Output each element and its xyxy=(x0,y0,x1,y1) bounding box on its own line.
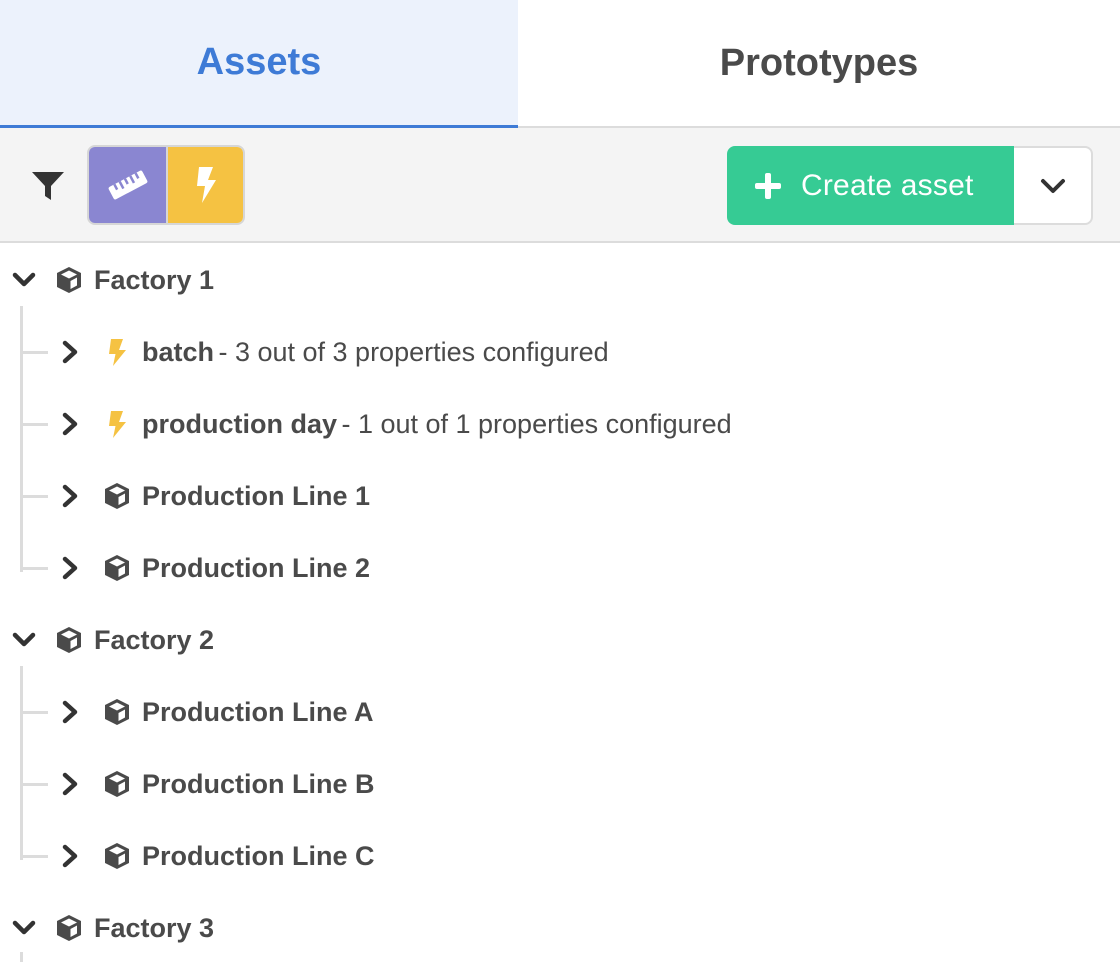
cube-icon xyxy=(102,697,132,727)
cube-icon xyxy=(102,553,132,583)
node-name: Production Line B xyxy=(142,768,375,799)
tree-node-factory-1[interactable]: Factory 1 xyxy=(10,244,214,316)
tree-connector xyxy=(20,783,48,786)
cube-icon xyxy=(102,481,132,511)
tree-connector xyxy=(20,711,48,714)
create-options-dropdown[interactable] xyxy=(1014,146,1093,225)
view-toggle-group xyxy=(87,145,245,225)
chevron-right-icon[interactable] xyxy=(56,842,84,870)
node-description: - 1 out of 1 properties configured xyxy=(341,408,732,439)
cube-icon xyxy=(102,841,132,871)
tab-prototypes[interactable]: Prototypes xyxy=(518,0,1120,128)
cube-icon xyxy=(54,625,84,655)
chevron-right-icon[interactable] xyxy=(56,482,84,510)
tree-node-production-line-c[interactable]: Production Line C xyxy=(56,820,375,892)
bolt-icon xyxy=(102,409,132,439)
toolbar: Create asset xyxy=(0,128,1120,243)
tree-node-production-line-1[interactable]: Production Line 1 xyxy=(56,460,370,532)
chevron-down-icon[interactable] xyxy=(10,914,38,942)
tree-connector xyxy=(20,495,48,498)
chevron-down-icon xyxy=(1040,178,1065,193)
tab-bar: Assets Prototypes xyxy=(0,0,1120,128)
chevron-right-icon[interactable] xyxy=(56,770,84,798)
node-name: Factory 1 xyxy=(94,264,215,295)
node-name: Production Line 1 xyxy=(142,480,371,511)
filter-icon xyxy=(32,172,64,200)
measurements-toggle[interactable] xyxy=(89,147,168,223)
tab-assets[interactable]: Assets xyxy=(0,0,518,128)
tree-node-production-line-2[interactable]: Production Line 2 xyxy=(56,532,370,604)
chevron-right-icon[interactable] xyxy=(56,554,84,582)
tree-connector xyxy=(20,567,48,570)
node-description: - 3 out of 3 properties configured xyxy=(218,336,609,367)
tree-node-production-day[interactable]: production day - 1 out of 1 properties c… xyxy=(56,388,732,460)
tree-node-production-line-b[interactable]: Production Line B xyxy=(56,748,375,820)
node-name: batch xyxy=(142,336,215,367)
tree-node-factory-3[interactable]: Factory 3 xyxy=(10,892,214,964)
chevron-down-icon[interactable] xyxy=(10,626,38,654)
tree-node-factory-2[interactable]: Factory 2 xyxy=(10,604,214,676)
bolt-icon xyxy=(196,167,216,203)
chevron-right-icon[interactable] xyxy=(56,698,84,726)
create-asset-button[interactable]: Create asset xyxy=(727,146,1014,225)
chevron-right-icon[interactable] xyxy=(56,338,84,366)
cube-icon xyxy=(54,913,84,943)
create-asset-label: Create asset xyxy=(801,168,974,202)
tree-connector xyxy=(20,666,23,860)
cube-icon xyxy=(102,769,132,799)
filter-button[interactable] xyxy=(28,166,68,206)
tree-connector xyxy=(20,351,48,354)
tree-connector xyxy=(20,423,48,426)
tree-node-production-line-a[interactable]: Production Line A xyxy=(56,676,374,748)
node-name: Factory 2 xyxy=(94,624,215,655)
ruler-icon xyxy=(108,170,147,200)
tree-node-batch[interactable]: batch - 3 out of 3 properties configured xyxy=(56,316,609,388)
tree-connector xyxy=(20,306,23,572)
node-name: Production Line A xyxy=(142,696,374,727)
node-name: Factory 3 xyxy=(94,912,215,943)
tree-connector xyxy=(20,855,48,858)
node-name: production day xyxy=(142,408,337,439)
cube-icon xyxy=(54,265,84,295)
chevron-down-icon[interactable] xyxy=(10,266,38,294)
chevron-right-icon[interactable] xyxy=(56,410,84,438)
node-name: Production Line 2 xyxy=(142,552,371,583)
bolt-icon xyxy=(102,337,132,367)
node-name: Production Line C xyxy=(142,840,375,871)
plus-icon xyxy=(755,172,781,199)
events-toggle[interactable] xyxy=(168,147,243,223)
